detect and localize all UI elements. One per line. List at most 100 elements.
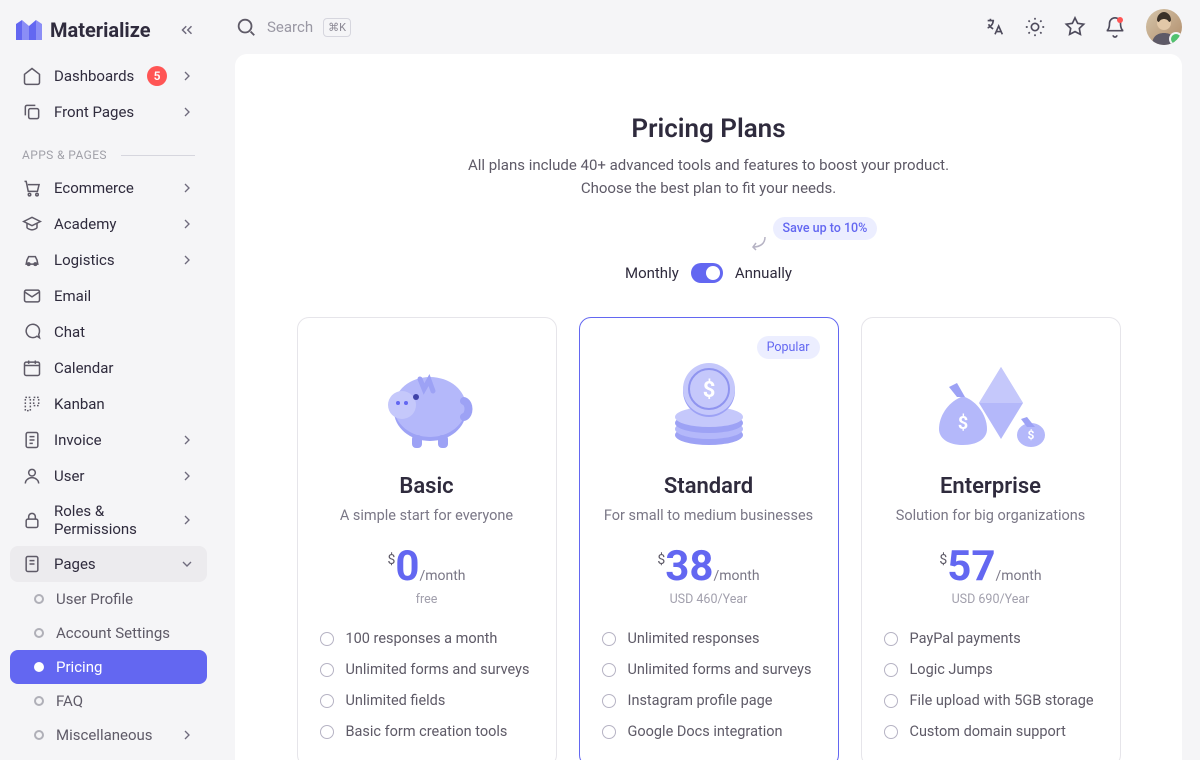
chevron-right-icon [179,180,195,196]
theme-button[interactable] [1020,12,1050,42]
plan-feature-text: Google Docs integration [628,723,783,740]
bullet-icon [602,694,616,708]
chevron-right-icon [179,104,195,120]
user-icon [22,466,42,486]
plan-feature: 100 responses a month [320,630,534,647]
bullet-icon [602,663,616,677]
sidebar-item-dashboards[interactable]: Dashboards 5 [10,58,207,94]
price-subtext: USD 690/Year [884,592,1098,608]
bullet-icon [34,696,44,706]
sidebar-subitem-miscellaneous[interactable]: Miscellaneous [10,718,207,752]
sidebar-subitem-account-settings[interactable]: Account Settings [10,616,207,650]
search-icon [235,16,257,38]
favorites-button[interactable] [1060,12,1090,42]
price-amount: 57 [947,546,995,588]
plan-name: Standard [602,474,816,499]
chevron-right-icon [179,512,195,528]
svg-text:$: $ [702,378,715,403]
plan-feature: File upload with 5GB storage [884,692,1098,709]
plan-feature: PayPal payments [884,630,1098,647]
svg-text:$: $ [1027,428,1034,442]
brand[interactable]: Materialize [16,18,163,42]
sidebar-subitem-label: Miscellaneous [56,726,153,744]
bullet-icon [884,663,898,677]
chevron-right-icon [179,216,195,232]
cap-icon [22,214,42,234]
search-kbd: ⌘K [323,18,351,37]
sidebar-item-user[interactable]: User [10,458,207,494]
sidebar-item-calendar[interactable]: Calendar [10,350,207,386]
language-button[interactable] [980,12,1010,42]
billing-switch[interactable] [691,263,723,283]
sidebar-item-logistics[interactable]: Logistics [10,242,207,278]
bullet-icon [602,725,616,739]
plan-basic: BasicA simple start for everyone$0/month… [297,317,557,760]
sidebar-subitem-faq[interactable]: FAQ [10,684,207,718]
topbar: Search ⌘K [217,0,1200,54]
sidebar-item-label: Ecommerce [54,179,167,197]
price-amount: 38 [665,546,713,588]
plan-feature: Unlimited forms and surveys [602,661,816,678]
plan-feature: Unlimited forms and surveys [320,661,534,678]
page-icon [22,554,42,574]
sidebar-item-chat[interactable]: Chat [10,314,207,350]
sidebar-item-label: Invoice [54,431,167,449]
plan-feature: Instagram profile page [602,692,816,709]
nav-section-label: APPS & PAGES [10,130,207,170]
sidebar-item-academy[interactable]: Academy [10,206,207,242]
plan-feature-text: PayPal payments [910,630,1021,647]
bullet-icon [34,662,44,672]
bullet-icon [320,632,334,646]
star-icon [1064,16,1086,38]
chevron-down-icon [179,556,195,572]
sidebar-item-invoice[interactable]: Invoice [10,422,207,458]
sidebar-item-email[interactable]: Email [10,278,207,314]
plan-illustration: $$ [884,354,1098,454]
sidebar-item-label: Chat [54,323,195,341]
sidebar-subitem-pricing[interactable]: Pricing [10,650,207,684]
bullet-icon [602,632,616,646]
plan-price: $38/month [602,546,816,588]
sidebar-item-front-pages[interactable]: Front Pages [10,94,207,130]
sidebar-subitem-label: Account Settings [56,624,170,642]
bullet-icon [34,628,44,638]
bullet-icon [320,694,334,708]
plan-feature-text: File upload with 5GB storage [910,692,1094,709]
sidebar-item-label: Dashboards [54,67,135,85]
plan-feature-text: 100 responses a month [346,630,498,647]
sidebar-item-label: Front Pages [54,103,167,121]
chevron-right-icon [179,252,195,268]
toggle-label-monthly[interactable]: Monthly [625,264,679,282]
sidebar-item-ecommerce[interactable]: Ecommerce [10,170,207,206]
price-period: /month [419,568,465,584]
sidebar-item-label: Email [54,287,195,305]
toggle-label-annually[interactable]: Annually [735,264,792,282]
plan-price: $0/month [320,546,534,588]
notifications-button[interactable] [1100,12,1130,42]
sidebar-item-label: Roles & Permissions [54,502,167,538]
plan-feature-text: Unlimited forms and surveys [346,661,530,678]
search[interactable]: Search ⌘K [235,16,351,38]
sidebar-collapse-button[interactable] [173,16,201,44]
price-amount: 0 [395,546,419,588]
price-currency: $ [387,552,395,568]
user-avatar[interactable] [1146,9,1182,45]
chevron-right-icon [179,68,195,84]
bullet-icon [884,632,898,646]
car-icon [22,250,42,270]
plan-feature-text: Unlimited fields [346,692,446,709]
sidebar-item-pages[interactable]: Pages [10,546,207,582]
sidebar-item-kanban[interactable]: Kanban [10,386,207,422]
sidebar-item-authentication[interactable]: Authentication [10,752,207,760]
page-subtitle: All plans include 40+ advanced tools and… [295,154,1122,199]
notification-dot [1117,17,1123,23]
sidebar-subitem-user-profile[interactable]: User Profile [10,582,207,616]
translate-icon [984,16,1006,38]
badge-count: 5 [147,66,167,86]
save-badge: Save up to 10% [773,217,878,240]
page-title: Pricing Plans [295,114,1122,144]
price-subtext: USD 460/Year [602,592,816,608]
sidebar-item-roles-permissions[interactable]: Roles & Permissions [10,494,207,546]
price-currency: $ [939,552,947,568]
plan-feature: Unlimited responses [602,630,816,647]
